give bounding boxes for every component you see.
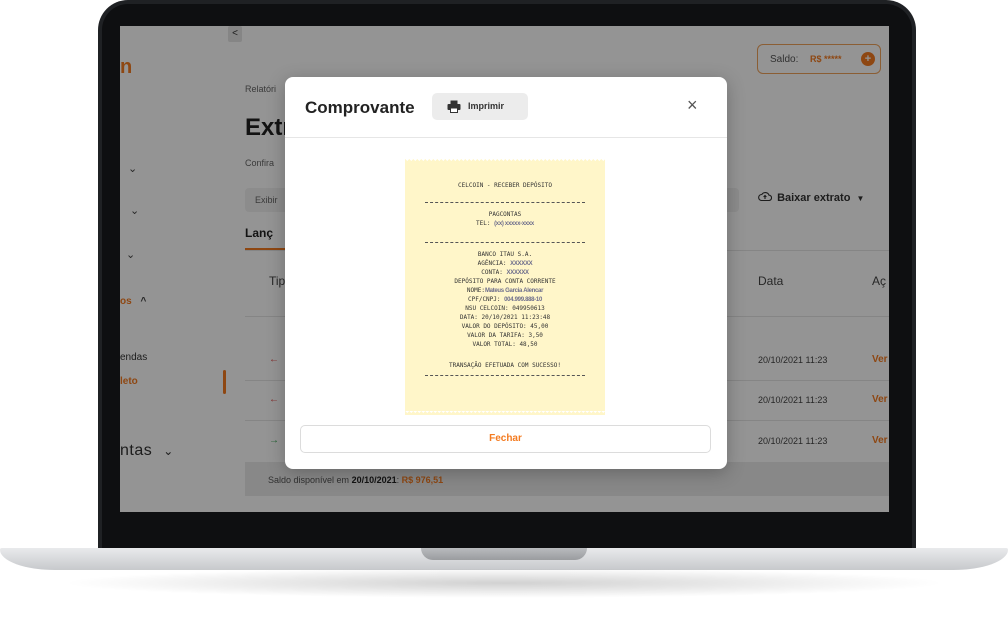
receipt-deposit-type: DEPÓSITO PARA CONTA CORRENTE [454,278,556,285]
receipt-divider [425,202,585,203]
print-button[interactable]: Imprimir [432,93,528,120]
receipt-bottom-edge [405,411,605,415]
receipt-document: CPF/CNPJ: 004.999.888-10 [405,296,605,303]
account-label: CONTA: [481,269,503,276]
receipt-modal: Comprovante Imprimir × CELCOIN - RECEBER… [285,77,727,469]
receipt-divider [425,242,585,243]
document-label: CPF/CNPJ: [468,296,501,303]
document-value: 004.999.888-10 [504,297,542,303]
receipt-success: TRANSAÇÃO EFETUADA COM SUCESSO! [449,362,561,369]
receipt-fee: VALOR DA TARIFA: 3,50 [467,332,543,339]
receipt-nsu: NSU CELCOIN: 049950613 [465,305,545,312]
receipt-date: DATA: 20/10/2021 11:23:48 [459,314,551,321]
modal-title: Comprovante [305,98,415,117]
laptop-mockup: n ⌄ ⌄ ⌄ os ^ endas leto ntas ⌄ < Relatór… [0,0,1008,635]
name-value: Mateus Garcia Alencar [484,288,544,294]
receipt-company: PAGCONTAS [488,211,522,218]
modal-header-divider [285,137,727,138]
close-button[interactable]: Fechar [300,425,711,453]
receipt-header: CELCOIN - RECEBER DEPÓSITO [458,182,552,189]
agency-value: XXXXXX [510,261,533,267]
account-value: XXXXXX [506,270,530,276]
phone-value: (xx) xxxxx-xxxx [494,221,534,227]
receipt-deposit-value: VALOR DO DEPÓSITO: 45,00 [461,323,549,330]
receipt-agency: AGÊNCIA: XXXXXX [405,260,605,267]
name-label: NOME: [466,287,485,294]
laptop-notch [421,548,587,560]
receipt-top-edge [405,159,605,163]
printer-icon [447,100,461,113]
close-icon[interactable]: × [687,95,698,116]
receipt-paper: CELCOIN - RECEBER DEPÓSITO PAGCONTAS TEL… [405,159,605,415]
receipt-bank: BANCO ITAU S.A. [477,251,533,258]
receipt-phone: TEL: (xx) xxxxx-xxxx [405,220,605,227]
receipt-total: VALOR TOTAL: 48,50 [472,341,538,348]
laptop-shadow [60,568,948,598]
receipt-divider [425,375,585,376]
print-label: Imprimir [468,101,505,111]
receipt-name: NOME:Mateus Garcia Alencar [405,287,605,294]
phone-label: TEL: [476,220,491,227]
app-screen: n ⌄ ⌄ ⌄ os ^ endas leto ntas ⌄ < Relatór… [120,26,889,512]
agency-label: AGÊNCIA: [477,260,507,267]
receipt-account: CONTA: XXXXXX [405,269,605,276]
